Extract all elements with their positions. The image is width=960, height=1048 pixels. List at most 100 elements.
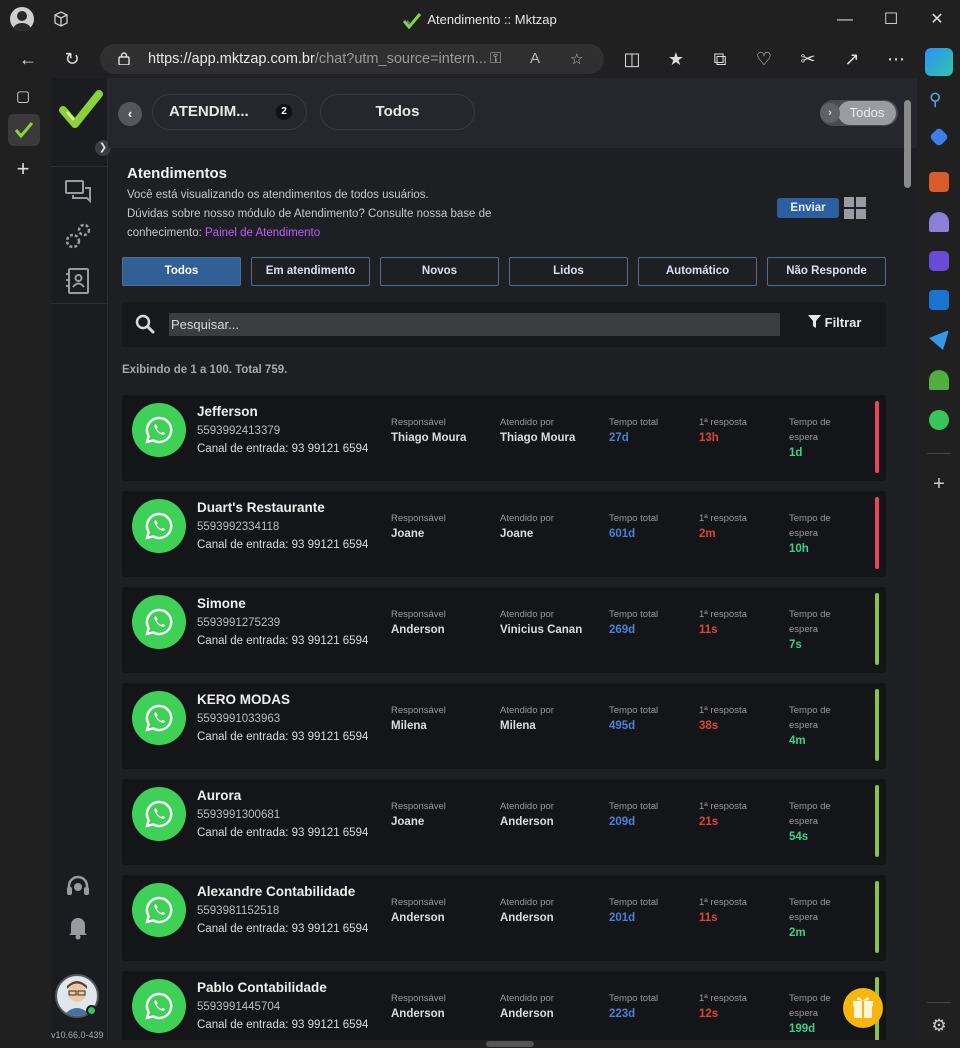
split-screen-icon[interactable]: ◫ <box>620 48 644 70</box>
conversation-card[interactable]: Pablo Contabilidade 5593991445704 Canal de… <box>122 971 886 1040</box>
support-headset-icon[interactable] <box>63 872 93 902</box>
gift-button[interactable] <box>843 988 883 1028</box>
search-icon[interactable] <box>135 314 155 334</box>
tab-count-badge: 2 <box>276 104 292 120</box>
horizontal-scrollbar[interactable] <box>51 1040 917 1048</box>
tab-actions-icon[interactable]: ▢ <box>11 86 35 108</box>
window-title-text: Atendimento :: Mktzap <box>427 12 557 27</box>
contacts-icon[interactable] <box>63 266 93 296</box>
filter-todos[interactable]: Todos <box>122 257 241 286</box>
responsavel-column: Responsável Anderson <box>391 607 446 638</box>
primeira-resposta-column: 1ª resposta 13h <box>699 415 747 446</box>
back-arrow-icon[interactable]: ‹ <box>118 102 142 126</box>
scrollbar-thumb[interactable] <box>904 100 911 188</box>
filter-nao-responde[interactable]: Não Responde <box>767 257 886 286</box>
key-icon[interactable]: ⚿ <box>490 50 501 67</box>
filter-em-atendimento[interactable]: Em atendimento <box>251 257 370 286</box>
maximize-icon[interactable]: ☐ <box>868 8 914 32</box>
tempo-total-value: 27d <box>609 432 629 444</box>
tempo-total-column: Tempo total 495d <box>609 703 658 734</box>
tools-icon[interactable] <box>929 172 949 192</box>
filter-novos[interactable]: Novos <box>380 257 499 286</box>
conversation-card[interactable]: Simone 5593991275239 Canal de entrada: 93 … <box>122 587 886 673</box>
contact-phone: 5593991033963 <box>197 713 281 725</box>
responsavel-label: Responsável <box>391 513 446 524</box>
tempo-espera-label-1: Tempo de <box>789 897 831 908</box>
chevron-right-icon[interactable]: › <box>820 103 840 123</box>
conversation-card[interactable]: Aurora 5593991300681 Canal de entrada: 93 … <box>122 779 886 865</box>
health-icon[interactable]: ♡ <box>752 48 776 70</box>
whatsapp-icon <box>132 403 186 457</box>
tree-icon[interactable] <box>929 370 949 390</box>
primeira-resposta-value: 13h <box>699 432 719 444</box>
gift-icon <box>853 997 873 1018</box>
horizontal-scrollbar-thumb[interactable] <box>486 1041 534 1047</box>
tempo-espera-value: 4m <box>789 735 806 747</box>
settings-gear-icon[interactable]: ⚙ <box>929 1016 949 1036</box>
responsavel-column: Responsável Thiago Moura <box>391 415 466 446</box>
games-icon[interactable] <box>929 212 949 232</box>
favorites-icon[interactable]: ★ <box>664 48 688 70</box>
filter-button[interactable]: Filtrar <box>808 315 861 330</box>
send-button[interactable]: Enviar <box>777 198 839 218</box>
screenshot-icon[interactable]: ✂ <box>796 48 820 70</box>
minimize-icon[interactable]: — <box>822 8 868 32</box>
page-description: Você está visualizando os atendimentos d… <box>127 186 507 243</box>
view-toggle[interactable]: Todos › <box>820 100 898 126</box>
shopping-icon[interactable] <box>929 127 949 147</box>
more-icon[interactable]: ⋯ <box>884 48 908 70</box>
entry-channel: Canal de entrada: 93 99121 6594 <box>197 827 369 839</box>
grid-view-icon[interactable] <box>843 196 867 220</box>
bell-icon[interactable] <box>63 912 93 942</box>
status-bar <box>875 785 879 857</box>
favorite-star-icon[interactable]: ☆ <box>570 50 583 68</box>
share-icon[interactable]: ↗ <box>840 48 864 70</box>
tab-todos[interactable]: Todos <box>320 94 475 130</box>
tempo-espera-column: Tempo de espera 199d <box>789 991 831 1037</box>
outlook-icon[interactable] <box>929 290 949 310</box>
primeira-resposta-label: 1ª resposta <box>699 993 747 1004</box>
contact-phone: 5593992334118 <box>197 521 280 533</box>
scrollbar[interactable] <box>902 92 912 1040</box>
filter-lidos[interactable]: Lidos <box>509 257 628 286</box>
lock-icon[interactable] <box>118 52 130 65</box>
atendido-column: Atendido por Anderson <box>500 991 554 1022</box>
whatsapp-sidebar-icon[interactable] <box>929 410 949 430</box>
entry-channel: Canal de entrada: 93 99121 6594 <box>197 539 369 551</box>
read-aloud-icon[interactable]: A <box>530 50 540 67</box>
tempo-espera-label-1: Tempo de <box>789 417 831 428</box>
new-tab-icon[interactable]: + <box>11 158 35 180</box>
conversation-card[interactable]: Duart's Restaurante 5593992334118 Canal de… <box>122 491 886 577</box>
search-sidebar-icon[interactable]: ⚲ <box>929 90 949 110</box>
primeira-resposta-label: 1ª resposta <box>699 897 747 908</box>
tempo-espera-label-1: Tempo de <box>789 705 831 716</box>
copilot-icon[interactable] <box>925 48 953 76</box>
add-sidebar-icon[interactable]: + <box>929 474 949 494</box>
m365-icon[interactable] <box>929 251 949 271</box>
filter-automatico[interactable]: Automático <box>638 257 757 286</box>
refresh-icon[interactable]: ↻ <box>60 48 84 70</box>
search-input[interactable] <box>169 313 780 336</box>
url-path: /chat?utm_source=intern... <box>314 51 487 67</box>
collections-icon[interactable]: ⧉ <box>708 48 732 70</box>
close-icon[interactable]: ✕ <box>914 8 960 32</box>
back-icon[interactable]: ← <box>16 48 40 70</box>
url-text: https://app.mktzap.com.br/chat?utm_sourc… <box>148 51 487 67</box>
mktzap-logo[interactable] <box>57 88 103 134</box>
entry-channel: Canal de entrada: 93 99121 6594 <box>197 635 369 647</box>
conversation-card[interactable]: Alexandre Contabilidade 5593981152518 Cana… <box>122 875 886 961</box>
primeira-resposta-value: 12s <box>699 1008 719 1020</box>
chat-icon[interactable] <box>63 176 93 206</box>
primeira-resposta-value: 38s <box>699 720 719 732</box>
entry-channel: Canal de entrada: 93 99121 6594 <box>197 1019 369 1031</box>
conversation-card[interactable]: Jefferson 5593992413379 Canal de entrada: … <box>122 395 886 481</box>
tab-mktzap[interactable] <box>8 114 40 146</box>
atendido-value: Anderson <box>500 912 554 924</box>
telegram-icon[interactable] <box>929 330 949 350</box>
conversation-card[interactable]: KERO MODAS 5593991033963 Canal de entrada:… <box>122 683 886 769</box>
url-field[interactable]: https://app.mktzap.com.br/chat?utm_sourc… <box>100 44 604 74</box>
knowledge-base-link[interactable]: Painel de Atendimento <box>205 227 320 239</box>
atendido-column: Atendido por Vinicius Canan <box>500 607 582 638</box>
settings-icon[interactable] <box>63 221 93 251</box>
tab-atendimentos[interactable]: ATENDIM... 2 <box>152 94 307 130</box>
